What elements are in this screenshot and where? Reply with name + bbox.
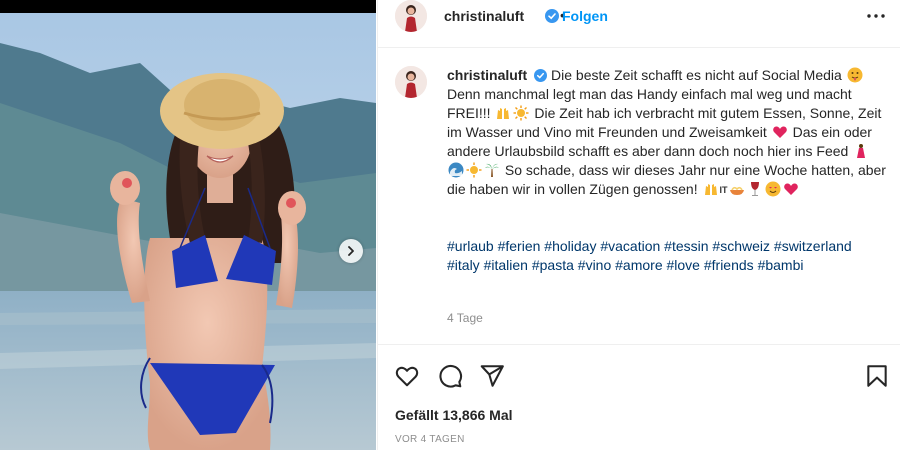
hashtag-link[interactable]: #schweiz <box>712 238 770 254</box>
post-date: VOR 4 TAGEN <box>395 434 465 445</box>
verified-badge-icon <box>545 9 559 23</box>
red-heart-emoji-icon <box>772 126 787 138</box>
caption-avatar[interactable] <box>395 66 427 98</box>
hashtag-link[interactable]: #switzerland <box>774 238 852 254</box>
palm-tree-emoji-icon <box>485 163 499 177</box>
hashtag-list: #urlaub #ferien #holiday #vacation #tess… <box>447 237 887 275</box>
hashtag-link[interactable]: #italien <box>484 257 528 273</box>
follow-button[interactable]: Folgen <box>562 8 608 24</box>
caption-text: christinaluft Die beste Zeit schafft es … <box>447 66 887 200</box>
caption-part-1: Die beste Zeit schafft es nicht auf Soci… <box>551 67 842 83</box>
avatar-image <box>395 0 427 32</box>
hashtag-link[interactable]: #urlaub <box>447 238 494 254</box>
caption-part-5: So schade, dass wir dieses Jahr nur eine… <box>447 162 886 197</box>
more-options-icon[interactable] <box>864 6 888 26</box>
hashtag-link[interactable]: #italy <box>447 257 480 273</box>
comment-icon[interactable] <box>437 363 463 389</box>
hashtag-link[interactable]: #friends <box>704 257 754 273</box>
caption-username[interactable]: christinaluft <box>447 67 527 83</box>
sun-emoji-icon <box>513 105 529 121</box>
hashtag-link[interactable]: #tessin <box>664 238 708 254</box>
pasta-emoji-icon <box>729 186 744 195</box>
action-bar <box>378 344 900 407</box>
tongue-face-emoji-icon <box>847 67 863 83</box>
post-header: christinaluft • Folgen <box>378 0 900 48</box>
hashtag-link[interactable]: #ferien <box>498 238 541 254</box>
raising-hands-emoji-icon <box>497 108 510 119</box>
smiling-hearts-emoji-icon <box>765 181 781 197</box>
avatar[interactable] <box>395 0 427 32</box>
italy-flag-label: IT <box>719 185 728 195</box>
hashtag-link[interactable]: #holiday <box>544 238 596 254</box>
sun-emoji-icon <box>466 162 482 178</box>
paper-plane-icon[interactable] <box>479 363 505 389</box>
hashtag-link[interactable]: #pasta <box>532 257 574 273</box>
raising-hands-emoji-icon <box>704 184 717 195</box>
post-media[interactable] <box>0 0 376 450</box>
wine-glass-emoji-icon <box>750 182 759 196</box>
post-photo <box>0 13 376 450</box>
media-top-bar <box>0 0 376 13</box>
chevron-right-icon <box>348 246 354 256</box>
verified-badge-icon <box>534 69 548 82</box>
header-username[interactable]: christinaluft <box>444 8 524 24</box>
hashtag-link[interactable]: #amore <box>615 257 662 273</box>
dancer-emoji-icon <box>857 144 866 158</box>
next-photo-button[interactable] <box>339 239 363 263</box>
post-details-panel: christinaluft • Folgen christinaluft Die… <box>377 0 900 450</box>
hashtag-link[interactable]: #bambi <box>758 257 804 273</box>
hashtag-link[interactable]: #vacation <box>600 238 660 254</box>
avatar-image <box>395 66 427 98</box>
like-count[interactable]: Gefällt 13,866 Mal <box>395 407 513 423</box>
caption-time-ago[interactable]: 4 Tage <box>447 311 483 325</box>
red-heart-emoji-icon <box>783 183 798 195</box>
hashtag-link[interactable]: #vino <box>578 257 611 273</box>
bookmark-icon[interactable] <box>864 363 890 389</box>
wave-emoji-icon <box>448 162 464 178</box>
heart-icon[interactable] <box>394 363 420 389</box>
hashtag-link[interactable]: #love <box>667 257 700 273</box>
